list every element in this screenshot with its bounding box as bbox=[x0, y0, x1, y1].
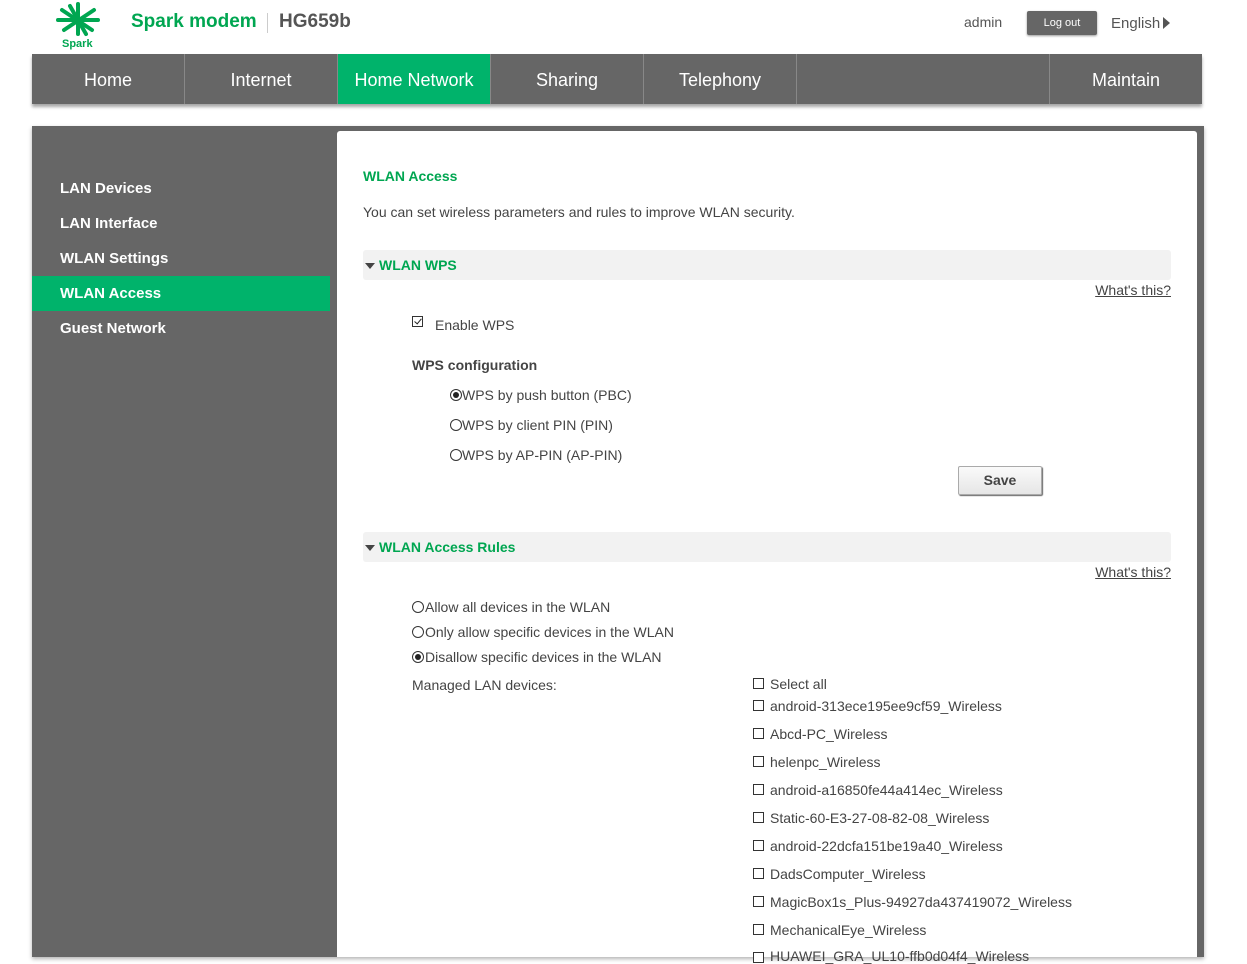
enable-wps-checkbox[interactable] bbox=[412, 316, 423, 327]
only-allow-label: Only allow specific devices in the WLAN bbox=[425, 624, 674, 640]
sidebar-item-wlan-access[interactable]: WLAN Access bbox=[32, 276, 330, 311]
allow-all-radio[interactable] bbox=[412, 601, 424, 613]
sidebar-item-lan-interface[interactable]: LAN Interface bbox=[32, 206, 330, 241]
device-label: Static-60-E3-27-08-82-08_Wireless bbox=[770, 810, 990, 826]
wps-config-label: WPS configuration bbox=[412, 357, 538, 373]
language-selector[interactable]: English bbox=[1111, 15, 1160, 32]
device-checkbox[interactable] bbox=[753, 700, 764, 711]
wps-section-title: WLAN WPS bbox=[379, 257, 457, 273]
device-checkbox[interactable] bbox=[753, 868, 764, 879]
only-allow-radio[interactable] bbox=[412, 626, 424, 638]
device-label: android-313ece195ee9cf59_Wireless bbox=[770, 698, 1002, 714]
logo-text: Spark bbox=[62, 38, 93, 50]
caret-down-icon bbox=[365, 263, 375, 269]
device-checkbox[interactable] bbox=[753, 756, 764, 767]
sidebar-item-wlan-settings[interactable]: WLAN Settings bbox=[32, 241, 330, 276]
page-title: WLAN Access bbox=[363, 168, 458, 184]
wps-whats-this-link[interactable]: What's this? bbox=[1095, 282, 1171, 298]
device-label: MagicBox1s_Plus-94927da437419072_Wireles… bbox=[770, 894, 1072, 910]
select-all-checkbox[interactable] bbox=[753, 678, 764, 689]
caret-down-icon bbox=[365, 545, 375, 551]
device-label: helenpc_Wireless bbox=[770, 754, 881, 770]
device-label: DadsComputer_Wireless bbox=[770, 866, 926, 882]
sidebar-item-guest-network[interactable]: Guest Network bbox=[32, 311, 330, 346]
device-label: android-22dcfa151be19a40_Wireless bbox=[770, 838, 1003, 854]
model-name: HG659b bbox=[279, 11, 351, 32]
managed-devices-label: Managed LAN devices: bbox=[412, 677, 557, 693]
device-checkbox[interactable] bbox=[753, 952, 764, 963]
header-divider bbox=[267, 13, 268, 33]
device-checkbox[interactable] bbox=[753, 812, 764, 823]
allow-all-label: Allow all devices in the WLAN bbox=[425, 599, 611, 615]
wps-pin-label: WPS by client PIN (PIN) bbox=[462, 417, 613, 433]
device-label: android-a16850fe44a414ec_Wireless bbox=[770, 782, 1003, 798]
content-area: WLAN Access You can set wireless paramet… bbox=[337, 131, 1197, 964]
page-description: You can set wireless parameters and rule… bbox=[363, 204, 795, 220]
chevron-right-icon[interactable] bbox=[1163, 17, 1170, 29]
device-label: HUAWEI_GRA_UL10-ffb0d04f4_Wireless bbox=[770, 948, 1030, 964]
device-checkbox[interactable] bbox=[753, 896, 764, 907]
device-label: MechanicalEye_Wireless bbox=[770, 922, 927, 938]
nav-empty bbox=[797, 54, 1050, 104]
nav-internet[interactable]: Internet bbox=[185, 54, 338, 104]
nav-sharing[interactable]: Sharing bbox=[491, 54, 644, 104]
disallow-label: Disallow specific devices in the WLAN bbox=[425, 649, 662, 665]
device-label: Abcd-PC_Wireless bbox=[770, 726, 888, 742]
nav-telephony[interactable]: Telephony bbox=[644, 54, 797, 104]
sidebar-item-lan-devices[interactable]: LAN Devices bbox=[32, 171, 330, 206]
wps-pin-radio[interactable] bbox=[450, 419, 462, 431]
wps-section-header[interactable]: WLAN WPS bbox=[363, 250, 1171, 280]
nav-maintain[interactable]: Maintain bbox=[1050, 54, 1202, 104]
save-button[interactable]: Save bbox=[958, 466, 1042, 495]
rules-whats-this-link[interactable]: What's this? bbox=[1095, 564, 1171, 580]
nav-home[interactable]: Home bbox=[32, 54, 185, 104]
rules-section-header[interactable]: WLAN Access Rules bbox=[363, 532, 1171, 562]
device-checkbox[interactable] bbox=[753, 728, 764, 739]
device-checkbox[interactable] bbox=[753, 784, 764, 795]
username-label: admin bbox=[964, 14, 1003, 30]
logout-button[interactable]: Log out bbox=[1027, 11, 1097, 35]
wps-pbc-label: WPS by push button (PBC) bbox=[462, 387, 632, 403]
disallow-radio[interactable] bbox=[412, 651, 424, 663]
wps-appin-label: WPS by AP-PIN (AP-PIN) bbox=[462, 447, 623, 463]
main-nav: Home Internet Home Network Sharing Telep… bbox=[32, 54, 1202, 104]
wps-pbc-radio[interactable] bbox=[450, 389, 462, 401]
rules-section-title: WLAN Access Rules bbox=[379, 539, 516, 555]
enable-wps-label: Enable WPS bbox=[435, 317, 515, 333]
device-checkbox[interactable] bbox=[753, 924, 764, 935]
wps-appin-radio[interactable] bbox=[450, 449, 462, 461]
brand-title: Spark modem bbox=[131, 11, 257, 32]
nav-home-network[interactable]: Home Network bbox=[338, 54, 491, 104]
select-all-label: Select all bbox=[770, 676, 827, 692]
device-checkbox[interactable] bbox=[753, 840, 764, 851]
